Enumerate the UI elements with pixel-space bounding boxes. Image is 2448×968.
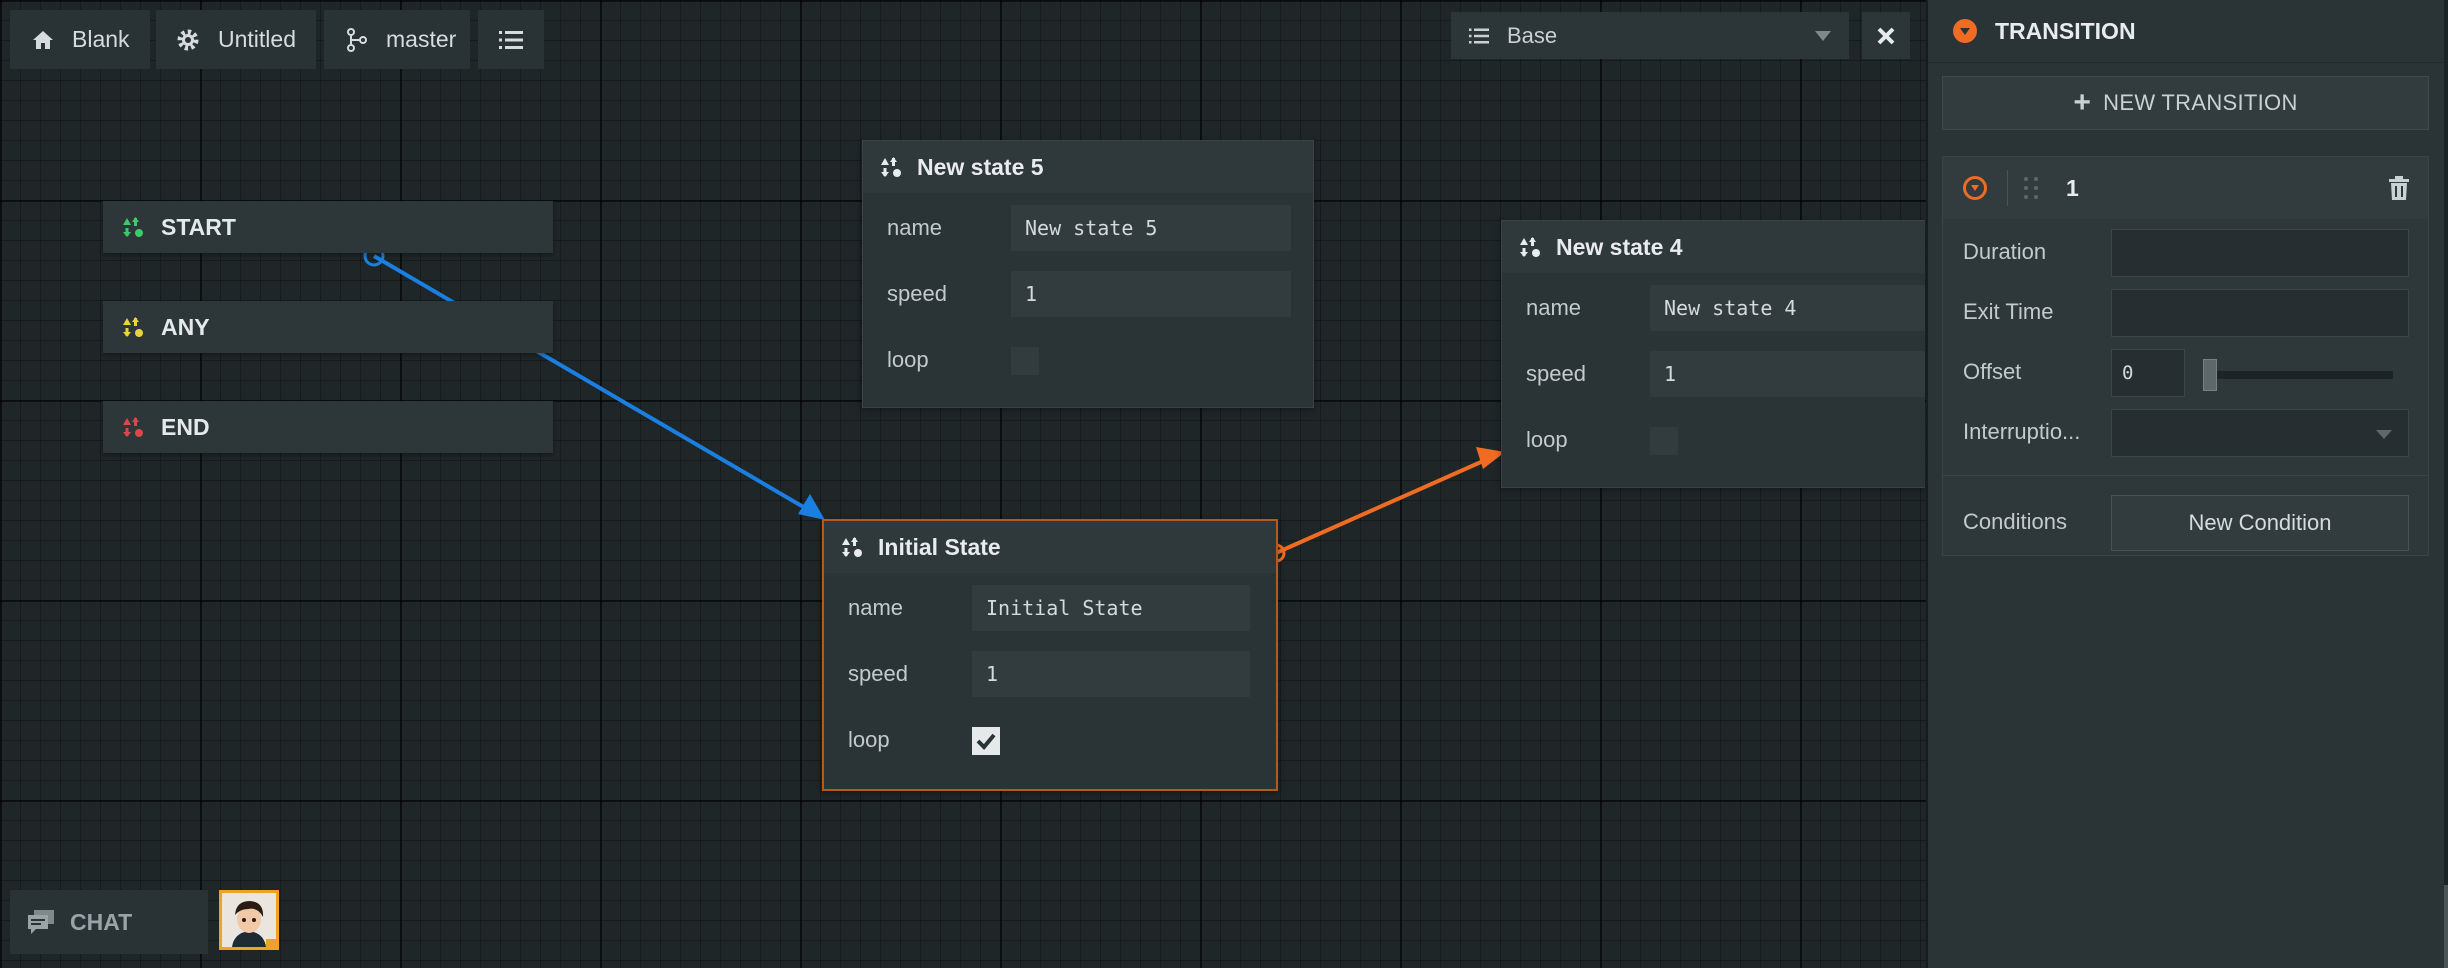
state-node-initial-state[interactable]: Initial State name Initial State speed 1… <box>822 519 1278 791</box>
state-title: Initial State <box>878 533 1001 560</box>
transition-inspector-panel: TRANSITION + NEW TRANSITION 1 Duration E… <box>1926 0 2448 968</box>
panel-scrollbar[interactable] <box>2444 0 2448 968</box>
name-label: name <box>1526 295 1582 320</box>
duration-input[interactable] <box>2111 229 2409 277</box>
loop-checkbox[interactable] <box>972 727 1000 755</box>
state-speed-input[interactable]: 1 <box>1650 351 1925 397</box>
state-title: New state 5 <box>917 153 1044 180</box>
state-node-header[interactable]: Initial State <box>824 521 1276 573</box>
state-machine-icon <box>123 417 143 437</box>
offset-slider-handle[interactable] <box>2203 359 2217 391</box>
loop-checkbox[interactable] <box>1011 347 1039 375</box>
conditions-divider <box>1943 475 2428 476</box>
close-icon <box>1877 27 1895 44</box>
state-speed-input[interactable]: 1 <box>972 651 1250 697</box>
menu-list-button[interactable] <box>478 10 544 69</box>
state-icon <box>881 157 901 177</box>
speed-label: speed <box>848 661 908 686</box>
trash-icon[interactable] <box>2388 175 2410 201</box>
avatar-portrait-icon <box>222 893 276 947</box>
home-icon <box>33 30 53 49</box>
loop-label: loop <box>1526 427 1568 452</box>
chevron-down-icon <box>2376 430 2392 439</box>
entry-node-any[interactable]: ANY <box>103 301 553 353</box>
state-title: New state 4 <box>1556 233 1683 260</box>
close-graph-button[interactable] <box>1862 12 1910 59</box>
list-icon <box>499 30 523 49</box>
home-label: Blank <box>72 26 130 52</box>
layer-select-value: Base <box>1507 22 1558 48</box>
chat-icon <box>28 910 54 934</box>
chevron-down-icon <box>1815 31 1831 41</box>
chat-button[interactable]: CHAT <box>10 890 208 954</box>
loop-checkbox[interactable] <box>1650 427 1678 455</box>
state-machine-icon <box>123 217 143 237</box>
state-node-new-state-5[interactable]: New state 5 name New state 5 speed 1 loo… <box>862 140 1314 408</box>
speed-label: speed <box>1526 361 1586 386</box>
new-transition-label: NEW TRANSITION <box>2103 90 2298 115</box>
project-settings-button[interactable]: Untitled <box>156 10 316 69</box>
conditions-label: Conditions <box>1963 509 2067 534</box>
panel-scrollbar-thumb[interactable] <box>2444 885 2448 968</box>
name-label: name <box>848 595 904 620</box>
user-avatar[interactable] <box>219 890 279 950</box>
offset-label: Offset <box>1963 359 2022 384</box>
offset-input[interactable]: 0 <box>2111 349 2185 397</box>
speed-label: speed <box>887 281 947 306</box>
offset-slider[interactable] <box>2203 359 2393 391</box>
panel-header: TRANSITION <box>1928 0 2444 63</box>
new-condition-button[interactable]: New Condition <box>2111 495 2409 551</box>
state-name-input[interactable]: New state 5 <box>1011 205 1291 251</box>
entry-start-label: START <box>161 213 236 240</box>
project-label: Untitled <box>218 26 296 52</box>
header-divider <box>2007 170 2008 206</box>
entry-node-start[interactable]: START <box>103 201 553 253</box>
chat-label: CHAT <box>70 908 133 935</box>
loop-label: loop <box>887 347 929 372</box>
entry-end-label: END <box>161 413 210 440</box>
gear-icon <box>177 29 199 50</box>
state-node-new-state-4[interactable]: New state 4 name New state 4 speed 1 loo… <box>1501 220 1925 488</box>
panel-title: TRANSITION <box>1995 17 2136 44</box>
name-label: name <box>887 215 943 240</box>
duration-label: Duration <box>1963 239 2047 264</box>
branch-label: master <box>386 26 457 52</box>
exit-time-input[interactable] <box>2111 289 2409 337</box>
entry-node-end[interactable]: END <box>103 401 553 453</box>
list-icon <box>1469 28 1489 43</box>
entry-any-label: ANY <box>161 313 210 340</box>
layer-select[interactable]: Base <box>1451 12 1849 59</box>
plus-icon: + <box>2073 86 2092 119</box>
exit-time-label: Exit Time <box>1963 299 2054 324</box>
interruption-select[interactable] <box>2111 409 2409 457</box>
checkmark-icon <box>976 733 996 750</box>
interruption-label: Interruptio... <box>1963 419 2081 444</box>
state-icon <box>1520 237 1540 257</box>
branch-button[interactable]: master <box>324 10 470 69</box>
new-transition-button[interactable]: + NEW TRANSITION <box>1942 76 2429 130</box>
transition-card: 1 Duration Exit Time Offset 0 Interrupti… <box>1942 156 2429 556</box>
home-button[interactable]: Blank <box>10 10 150 69</box>
state-icon <box>842 537 862 557</box>
state-speed-input[interactable]: 1 <box>1011 271 1291 317</box>
drag-handle-icon[interactable] <box>2022 175 2040 201</box>
state-node-header[interactable]: New state 4 <box>1502 221 1925 273</box>
collapse-panel-icon[interactable] <box>1953 19 1977 43</box>
state-machine-icon <box>123 317 143 337</box>
transition-index: 1 <box>2066 174 2079 201</box>
transition-card-header: 1 <box>1943 157 2428 219</box>
loop-label: loop <box>848 727 890 752</box>
branch-icon <box>347 27 367 52</box>
state-name-input[interactable]: New state 4 <box>1650 285 1925 331</box>
state-node-header[interactable]: New state 5 <box>863 141 1313 193</box>
state-name-input[interactable]: Initial State <box>972 585 1250 631</box>
collapse-transition-icon[interactable] <box>1963 176 1987 200</box>
